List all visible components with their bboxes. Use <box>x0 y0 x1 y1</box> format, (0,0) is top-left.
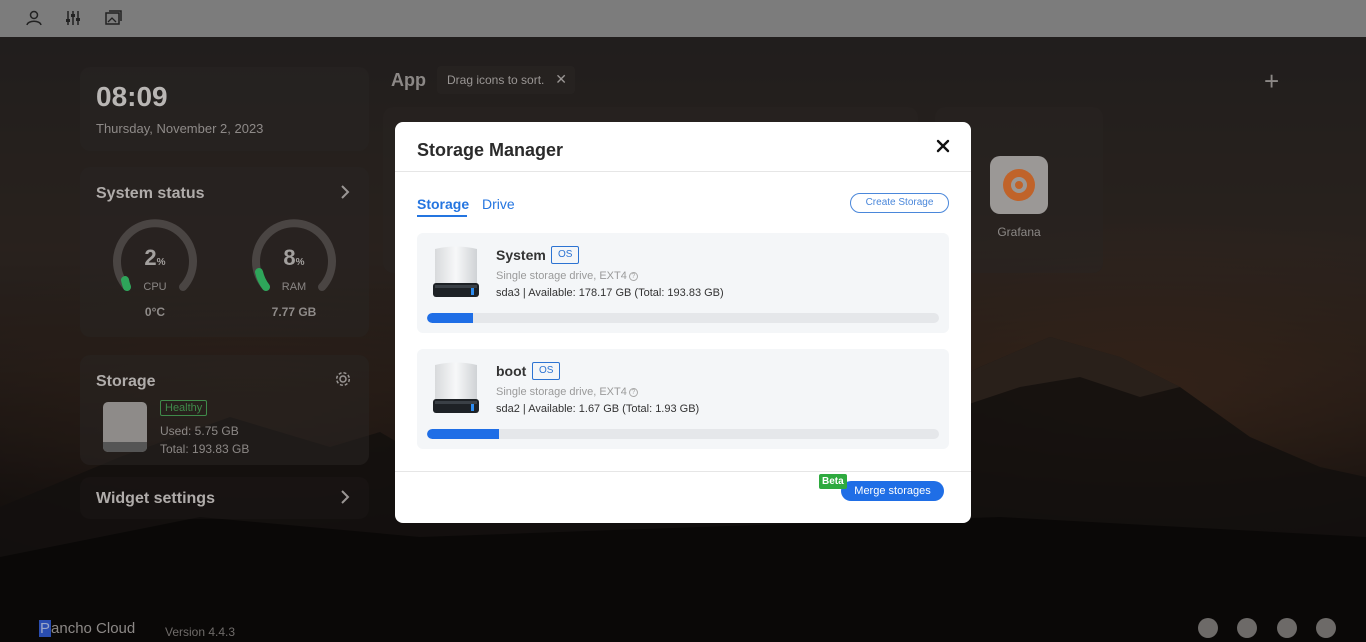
hard-drive-icon <box>433 246 479 297</box>
storage-type: Single storage drive, EXT4? <box>496 386 638 398</box>
hard-drive-icon <box>433 362 479 413</box>
tab-drive[interactable]: Drive <box>482 196 515 212</box>
ram-usage: 7.77 GB <box>271 305 317 319</box>
storage-used: Used: 5.75 GB <box>160 424 239 438</box>
storage-usage-bar <box>427 429 939 439</box>
help-icon[interactable]: ? <box>628 388 638 397</box>
tab-storage[interactable]: Storage <box>417 196 469 212</box>
drag-tip: Drag icons to sort. ✕ <box>437 66 575 94</box>
storage-usage-fill <box>427 429 499 439</box>
drag-tip-text: Drag icons to sort. <box>447 73 545 87</box>
storage-card-boot[interactable]: boot OS Single storage drive, EXT4? sda2… <box>417 349 949 449</box>
chevron-right-icon[interactable] <box>338 490 352 504</box>
add-app-icon[interactable]: + <box>1264 66 1279 97</box>
version-label: Version 4.4.3 <box>165 625 236 639</box>
system-status-title: System status <box>96 185 205 202</box>
account-icon[interactable] <box>24 8 44 28</box>
storage-usage-fill <box>427 313 474 323</box>
active-tab-indicator <box>417 215 467 217</box>
chat-icon[interactable] <box>1198 618 1218 638</box>
clock-widget: 08:09 Thursday, November 2, 2023 <box>80 67 369 151</box>
divider <box>395 471 971 472</box>
os-badge: OS <box>551 246 580 264</box>
drive-icon <box>103 402 147 452</box>
divider <box>395 171 971 172</box>
github-icon[interactable] <box>1277 618 1297 638</box>
chevron-right-icon[interactable] <box>338 185 352 199</box>
sliders-icon[interactable] <box>63 8 83 28</box>
brand-name: Pancho Cloud <box>39 620 136 637</box>
help-icon[interactable]: ? <box>628 272 638 281</box>
widget-settings-title: Widget settings <box>96 490 215 507</box>
grafana-icon[interactable] <box>990 156 1048 214</box>
storage-manager-dialog: Storage Manager Storage Drive Create Sto… <box>395 122 971 523</box>
system-status-widget: System status 2% CPU 0°C 8% RAM 7.77 GB <box>80 167 369 337</box>
storage-widget-title: Storage <box>96 373 156 390</box>
close-icon[interactable] <box>933 136 953 156</box>
ram-value: 8% <box>283 245 305 270</box>
storage-card-system[interactable]: System OS Single storage drive, EXT4? sd… <box>417 233 949 333</box>
beta-badge: Beta <box>819 474 847 489</box>
storage-info: sda3 | Available: 178.17 GB (Total: 193.… <box>496 287 724 299</box>
ram-gauge: 8% RAM <box>252 217 336 301</box>
storage-info: sda2 | Available: 1.67 GB (Total: 1.93 G… <box>496 403 700 415</box>
dialog-title: Storage Manager <box>417 140 564 160</box>
storage-usage-bar <box>427 313 939 323</box>
merge-storages-button[interactable]: Merge storages <box>841 481 944 501</box>
feedback-icon[interactable] <box>1316 618 1336 638</box>
top-bar <box>0 0 1366 37</box>
create-storage-button[interactable]: Create Storage <box>850 193 949 213</box>
cpu-temperature: 0°C <box>144 305 166 319</box>
ram-label: RAM <box>281 281 307 293</box>
cpu-value: 2% <box>144 245 166 270</box>
health-badge: Healthy <box>160 400 208 416</box>
gallery-icon[interactable] <box>103 8 123 28</box>
app-label-grafana: Grafana <box>997 225 1041 239</box>
gear-icon[interactable] <box>335 371 351 387</box>
discord-icon[interactable] <box>1237 618 1257 638</box>
clock-date: Thursday, November 2, 2023 <box>96 121 264 136</box>
clock-time: 08:09 <box>96 81 168 112</box>
app-section-title: App <box>391 70 426 90</box>
os-badge: OS <box>532 362 561 380</box>
cpu-gauge: 2% CPU <box>113 217 197 301</box>
close-icon[interactable]: ✕ <box>555 71 567 88</box>
storage-name: boot <box>496 363 527 379</box>
storage-widget: Storage Healthy Used: 5.75 GB Total: 193… <box>80 355 369 465</box>
widget-settings[interactable]: Widget settings <box>80 477 369 519</box>
storage-type: Single storage drive, EXT4? <box>496 270 638 282</box>
storage-total: Total: 193.83 GB <box>160 442 250 456</box>
cpu-label: CPU <box>143 281 167 293</box>
storage-name: System <box>496 247 546 263</box>
